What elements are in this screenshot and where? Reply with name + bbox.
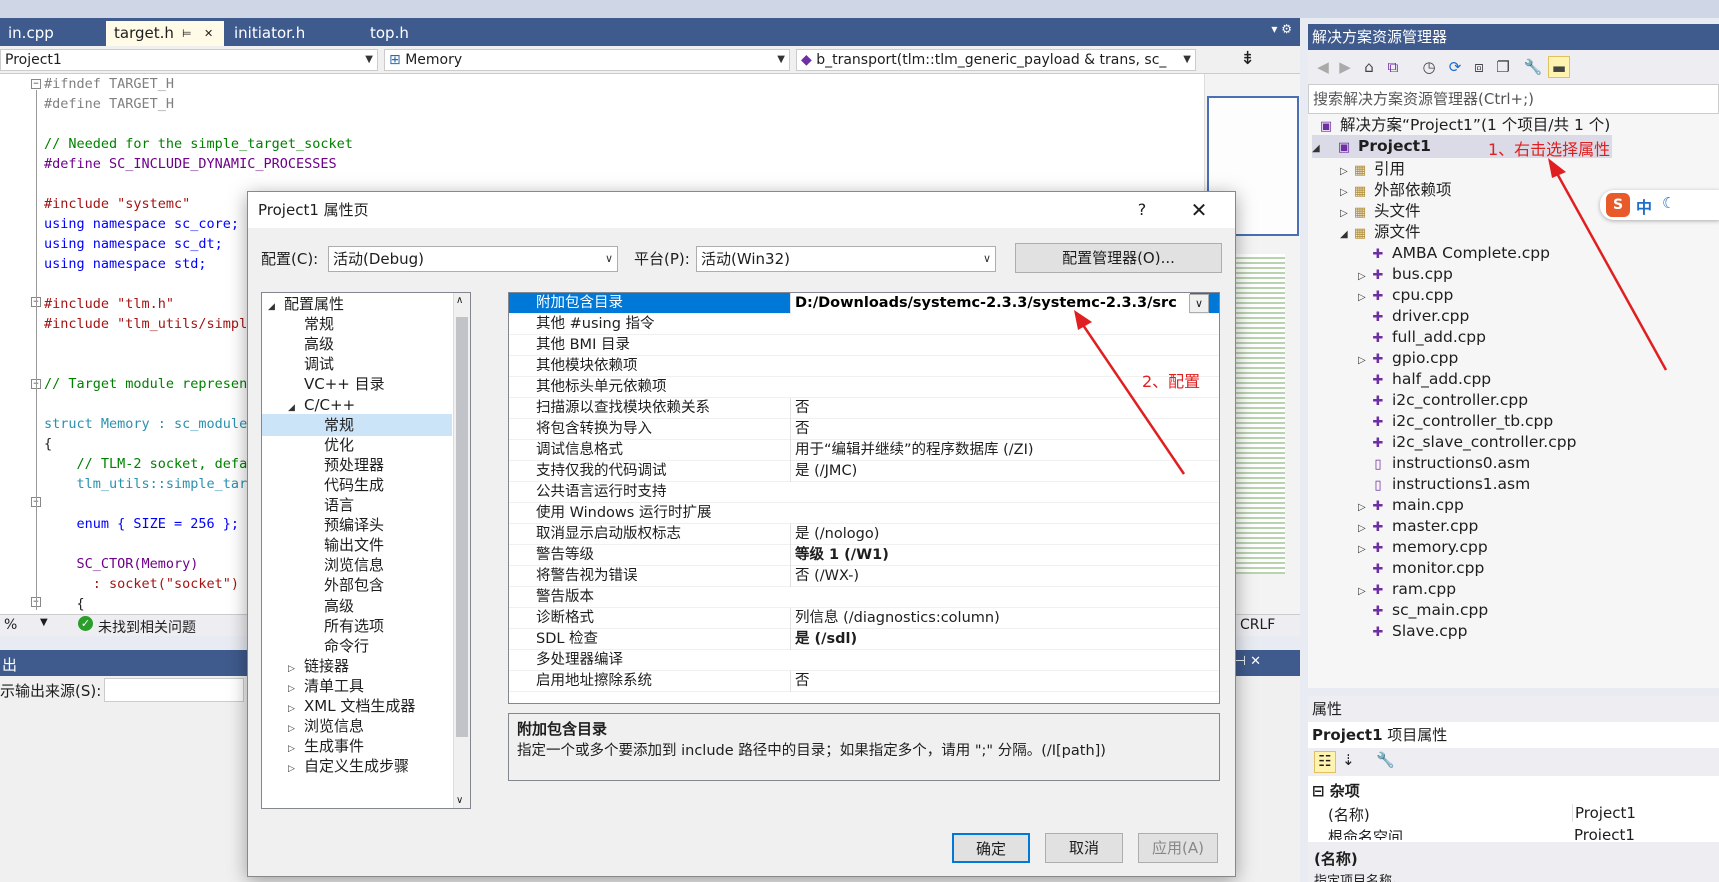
method-icon: ◆ xyxy=(801,52,817,68)
property-value[interactable]: Project1 xyxy=(1572,826,1635,840)
code-line: { xyxy=(44,436,53,452)
code-line: SC_CTOR(Memory) xyxy=(44,556,199,572)
tab-target-h[interactable]: target.h ⊨ ✕ xyxy=(106,21,224,46)
output-title: 出 xyxy=(2,656,18,674)
property-pages-dialog: Project1 属性页 ? ✕ 配置(C): 活动(Debug) ∨ 平台(P)… xyxy=(247,191,1236,877)
properties-header: 属性 xyxy=(1308,696,1719,722)
properties-toolbar: ☷ ⇣ 🔧 xyxy=(1308,748,1719,776)
chevron-down-icon: ▼ xyxy=(365,54,373,65)
class-icon: ⊞ xyxy=(389,52,406,68)
code-line: tlm_utils::simple_targ xyxy=(44,476,256,492)
code-line: enum { SIZE = 256 }; xyxy=(44,516,240,532)
property-description-text: 指定项目名称。 xyxy=(1314,874,1406,882)
solution-tree: ▣ 解决方案“Project1”(1 个项目/共 1 个) ◢ ▣ Project1 … xyxy=(1308,114,1719,688)
wrench-icon[interactable]: 🔧 xyxy=(1376,751,1395,769)
tab-main-cpp[interactable]: in.cpp xyxy=(0,21,104,46)
close-icon[interactable]: ✕ xyxy=(204,21,213,46)
tab-label: in.cpp xyxy=(8,24,54,42)
code-line: #include "tlm_utils/simple xyxy=(44,316,256,332)
properties-panel: Project1 项目属性 ☷ ⇣ 🔧 ⊟ 杂项 (名称) Project1 根… xyxy=(1308,722,1719,882)
code-line: using namespace sc_core; xyxy=(44,216,240,232)
tab-initiator-h[interactable]: initiator.h xyxy=(226,21,360,46)
code-line: // Needed for the simple_target_socket xyxy=(44,136,353,152)
chevron-down-icon: ▼ xyxy=(1183,54,1191,65)
output-source-label: 示输出来源(S): xyxy=(0,682,102,700)
categorized-icon[interactable]: ☷ xyxy=(1314,751,1336,773)
panel-title: 解决方案资源管理器 xyxy=(1312,28,1448,46)
issues-status[interactable]: 未找到相关问题 xyxy=(98,617,196,637)
output-source-combo[interactable] xyxy=(104,678,244,702)
property-description: (名称) 指定项目名称。 xyxy=(1308,842,1719,882)
document-tab-bar: in.cpp target.h ⊨ ✕ initiator.h top.h ▾ … xyxy=(0,18,1300,46)
home-icon[interactable]: ⌂ xyxy=(1358,56,1380,78)
property-object-type: 项目属性 xyxy=(1387,726,1448,744)
code-line: #define SC_INCLUDE_DYNAMIC_PROCESSES xyxy=(44,156,337,172)
pin-icon[interactable]: ⊨ xyxy=(182,21,192,46)
code-line: // Target module represen xyxy=(44,376,248,392)
code-line: #define TARGET_H xyxy=(44,96,175,112)
title-strip xyxy=(0,0,1719,18)
code-line: // TLM-2 socket, defau xyxy=(44,456,256,472)
switch-views-icon[interactable]: ⧉ xyxy=(1382,56,1404,78)
category-header: ⊟ 杂项 xyxy=(1312,780,1360,801)
solution-search-input[interactable]: 搜索解决方案资源管理器(Ctrl+;) xyxy=(1308,84,1719,114)
chevron-down-icon[interactable]: ▼ xyxy=(40,617,48,628)
forward-icon[interactable]: ▶ xyxy=(1334,56,1356,78)
member-combo[interactable]: ◆ b_transport(tlm::tlm_generic_payload &… xyxy=(796,49,1196,71)
collapse-icon[interactable]: ⊟ xyxy=(1312,782,1330,800)
split-icon[interactable]: ⇟ xyxy=(1240,48,1255,69)
project-combo-value: Project1 xyxy=(5,52,62,68)
property-description-title: (名称) xyxy=(1314,850,1358,868)
sync-icon[interactable]: ⟳ xyxy=(1444,56,1466,78)
category-label: 杂项 xyxy=(1329,782,1360,800)
zoom-value[interactable]: % xyxy=(4,617,17,633)
tab-top-h[interactable]: top.h xyxy=(362,21,460,46)
solution-explorer-header: 解决方案资源管理器 xyxy=(1308,24,1719,50)
chevron-down-icon: ▼ xyxy=(777,54,785,65)
solution-explorer-toolbar: ◀ ▶ ⌂ ⧉ ◷ ⟳ ⧈ ❐ 🔧 ▬ xyxy=(1308,50,1719,84)
code-line: using namespace std; xyxy=(44,256,207,272)
collapse-all-icon[interactable]: ⧈ xyxy=(1468,56,1490,78)
property-value[interactable]: Project1 xyxy=(1572,804,1636,822)
ime-toolbar[interactable]: S 中 ☾ xyxy=(1600,190,1719,220)
tab-dropdown-icon[interactable]: ▾ ⚙ xyxy=(1271,22,1292,36)
member-combo-value: b_transport(tlm::tlm_generic_payload & t… xyxy=(816,52,1167,68)
alphabetical-icon[interactable]: ⇣ xyxy=(1342,751,1355,769)
wrench-icon[interactable]: 🔧 xyxy=(1522,56,1544,78)
moon-icon: ☾ xyxy=(1662,194,1676,212)
scope-combo-value: Memory xyxy=(405,52,463,68)
show-all-files-icon[interactable]: ❐ xyxy=(1492,56,1514,78)
code-line: using namespace sc_dt; xyxy=(44,236,223,252)
code-line: #include "systemc" xyxy=(44,196,191,212)
scope-combo[interactable]: ⊞ Memory ▼ xyxy=(384,49,790,71)
code-line: #include "tlm.h" xyxy=(44,296,175,312)
fold-toggle-icon[interactable]: − xyxy=(31,79,41,89)
code-line: : socket("socket") xyxy=(44,576,240,592)
search-placeholder: 搜索解决方案资源管理器(Ctrl+;) xyxy=(1313,90,1535,108)
back-icon[interactable]: ◀ xyxy=(1312,56,1334,78)
code-line: struct Memory : sc_module xyxy=(44,416,248,432)
ime-mode: 中 xyxy=(1636,198,1653,217)
tab-label: initiator.h xyxy=(234,24,306,42)
tab-label: target.h xyxy=(114,24,174,42)
code-line: { xyxy=(44,596,85,612)
fold-guide xyxy=(36,90,37,610)
check-icon: ✓ xyxy=(78,616,93,631)
code-line: #ifndef TARGET_H xyxy=(44,76,175,92)
project-combo[interactable]: Project1 ▼ xyxy=(0,49,378,71)
property-object: Project1 xyxy=(1312,726,1383,744)
preview-icon[interactable]: ▬ xyxy=(1548,56,1570,78)
tab-label: top.h xyxy=(370,24,409,42)
line-ending[interactable]: CRLF xyxy=(1240,617,1275,633)
property-name: 根命名空间 xyxy=(1328,828,1404,840)
sogou-icon: S xyxy=(1606,193,1630,217)
pending-changes-icon[interactable]: ◷ xyxy=(1418,56,1440,78)
navigation-bar: Project1 ▼ ⊞ Memory ▼ ◆ b_transport(tlm::t… xyxy=(0,46,1300,74)
annotation-arrow-2 xyxy=(1074,310,1186,475)
panel-title: 属性 xyxy=(1312,700,1343,718)
property-name: (名称) xyxy=(1328,806,1370,824)
